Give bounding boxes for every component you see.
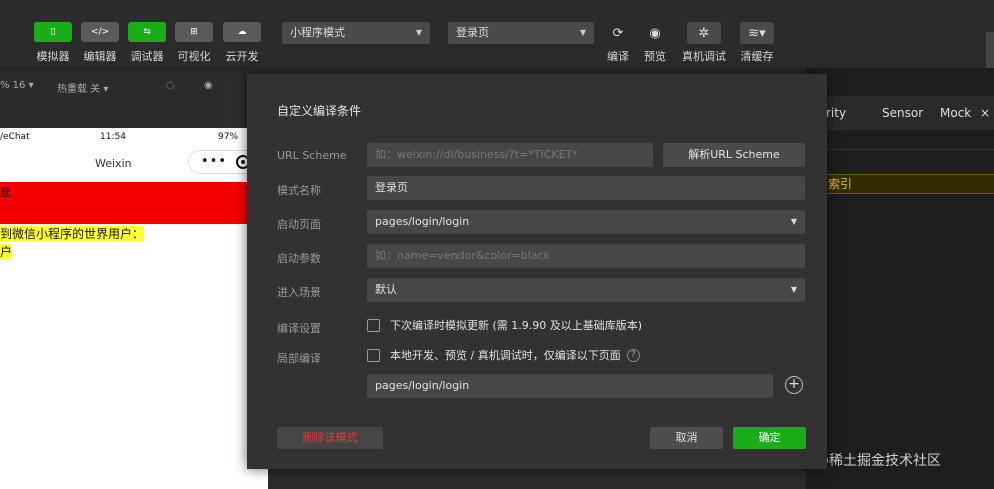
help-icon[interactable]: ? <box>626 348 640 362</box>
url-scheme-input[interactable]: 如：weixin://dl/business/?t=*TICKET* <box>367 143 653 167</box>
simulate-update-checkbox[interactable] <box>367 318 380 332</box>
tab-sensor[interactable]: Sensor <box>882 106 923 120</box>
status-time: 11:54 <box>100 132 126 142</box>
editor-label: 编辑器 <box>83 50 117 63</box>
cloud-label: 云开发 <box>225 50 259 63</box>
tab-mock[interactable]: Mock <box>940 106 971 120</box>
page-select[interactable]: 登录页 ▼ <box>448 22 594 44</box>
tab-security[interactable]: rity <box>826 106 846 120</box>
red-banner: 题 <box>0 182 268 224</box>
devtools-panel: rity Sensor Mock × 索引 <box>806 68 994 489</box>
more-icon[interactable]: ••• <box>201 154 227 169</box>
partial-compile-text: 本地开发、预览 / 真机调试时，仅编译以下页面 <box>390 349 621 362</box>
battery-text: 97% <box>218 132 239 142</box>
scene-label: 进入场景 <box>277 286 321 299</box>
refresh-icon: ⟳ <box>612 25 624 41</box>
hot-reload-select[interactable]: 热重载 关 ▾ <box>57 80 108 95</box>
start-page-select[interactable]: pages/login/login ▼ <box>367 210 805 234</box>
url-scheme-label: URL Scheme <box>277 149 347 162</box>
carrier-text: /eChat <box>0 132 30 142</box>
add-icon[interactable]: + <box>785 376 803 394</box>
chevron-down-icon: ▼ <box>790 217 797 226</box>
editor-button[interactable]: </> 编辑器 <box>80 22 120 64</box>
mode-select-value: 小程序模式 <box>290 26 345 39</box>
simulator-button[interactable]: ▯ 模拟器 <box>33 22 73 64</box>
toolbar-edge <box>986 32 994 68</box>
partial-compile-checkbox[interactable] <box>367 348 380 362</box>
warning-row: 索引 <box>806 174 994 194</box>
nav-bar: Weixin ••• <box>0 148 268 182</box>
debugger-label: 调试器 <box>130 50 164 63</box>
visual-button[interactable]: ⊞ 可视化 <box>174 22 214 64</box>
parse-url-scheme-button[interactable]: 解析URL Scheme <box>663 143 805 167</box>
compile-settings-label: 编译设置 <box>277 322 321 335</box>
page-select-value: 登录页 <box>456 26 489 39</box>
remote-debug-label: 真机调试 <box>682 50 726 63</box>
compile-button[interactable]: ⟳ 编译 <box>601 22 635 64</box>
bug-icon: ✲ <box>687 22 721 44</box>
compile-label: 编译 <box>607 50 629 63</box>
eye-icon: ◉ <box>649 25 661 41</box>
cloud-icon: ☁ <box>223 22 261 42</box>
preview-label: 预览 <box>644 50 666 63</box>
debugger-button[interactable]: ⇆ 调试器 <box>127 22 167 64</box>
mode-select[interactable]: 小程序模式 ▼ <box>282 22 430 44</box>
devtools-tabs: rity Sensor Mock × <box>806 96 994 130</box>
partial-compile-option[interactable]: 本地开发、预览 / 真机调试时，仅编译以下页面 ? <box>367 347 640 363</box>
start-page-value: pages/login/login <box>375 215 470 228</box>
scene-value: 默认 <box>375 283 397 296</box>
start-params-label: 启动参数 <box>277 252 321 265</box>
user-line: 户 <box>0 244 13 260</box>
red-banner-text: 题 <box>0 186 11 199</box>
layers-icon: ≋▾ <box>740 22 774 44</box>
nav-title: Weixin <box>95 157 132 170</box>
chevron-down-icon: ▼ <box>415 28 422 37</box>
watermark: @稀土掘金技术社区 <box>815 453 941 469</box>
chevron-down-icon: ▼ <box>790 285 797 294</box>
rotate-icon[interactable]: ◌ <box>166 80 175 91</box>
ok-button[interactable]: 确定 <box>733 427 806 449</box>
welcome-line: 到微信小程序的世界用户： <box>0 226 145 242</box>
partial-page-input[interactable]: pages/login/login <box>367 374 773 398</box>
dialog-title: 自定义编译条件 <box>277 104 362 118</box>
start-params-input[interactable]: 如：name=vendor&color=black <box>367 244 805 268</box>
mode-name-label: 模式名称 <box>277 184 321 197</box>
chevron-down-icon: ▼ <box>579 28 586 37</box>
scene-select[interactable]: 默认 ▼ <box>367 278 805 302</box>
delete-mode-button[interactable]: 删除该模式 <box>277 427 383 449</box>
partial-compile-label: 局部编译 <box>277 352 321 365</box>
simulator-label: 模拟器 <box>36 50 70 63</box>
simulate-update-text: 下次编译时模拟更新 (需 1.9.90 及以上基础库版本) <box>390 319 643 332</box>
cancel-button[interactable]: 取消 <box>650 427 723 449</box>
close-icon[interactable]: × <box>980 106 990 120</box>
remote-debug-button[interactable]: ✲ 真机调试 <box>682 22 726 64</box>
status-bar: /eChat 11:54 97% <box>0 128 268 148</box>
visual-label: 可视化 <box>177 50 211 63</box>
phone-icon: ▯ <box>34 22 72 42</box>
clear-cache-label: 清缓存 <box>740 50 774 63</box>
clear-cache-button[interactable]: ≋▾ 清缓存 <box>740 22 774 64</box>
start-page-label: 启动页面 <box>277 218 321 231</box>
preview-button[interactable]: ◉ 预览 <box>638 22 672 64</box>
zoom-select[interactable]: % 16 ▾ <box>0 80 34 91</box>
simulate-update-option[interactable]: 下次编译时模拟更新 (需 1.9.90 及以上基础库版本) <box>367 317 642 333</box>
toolbar: ▯ 模拟器 </> 编辑器 ⇆ 调试器 ⊞ 可视化 ☁ 云开发 小程序模式 ▼ … <box>0 10 994 68</box>
layout-icon: ⊞ <box>175 22 213 42</box>
devtools-filter-row <box>806 130 994 150</box>
record-icon[interactable]: ◉ <box>204 80 213 91</box>
custom-compile-dialog: 自定义编译条件 URL Scheme 如：weixin://dl/busines… <box>247 74 827 469</box>
cloud-button[interactable]: ☁ 云开发 <box>222 22 262 64</box>
phone-simulator: /eChat 11:54 97% Weixin ••• 题 到微信小程序的世界用… <box>0 128 268 489</box>
code-icon: </> <box>81 22 119 42</box>
mode-name-input[interactable]: 登录页 <box>367 176 805 200</box>
simulator-toolbar: % 16 ▾ 热重载 关 ▾ ◌ ◉ <box>0 68 248 104</box>
menu-bar <box>0 0 994 10</box>
debug-icon: ⇆ <box>128 22 166 42</box>
